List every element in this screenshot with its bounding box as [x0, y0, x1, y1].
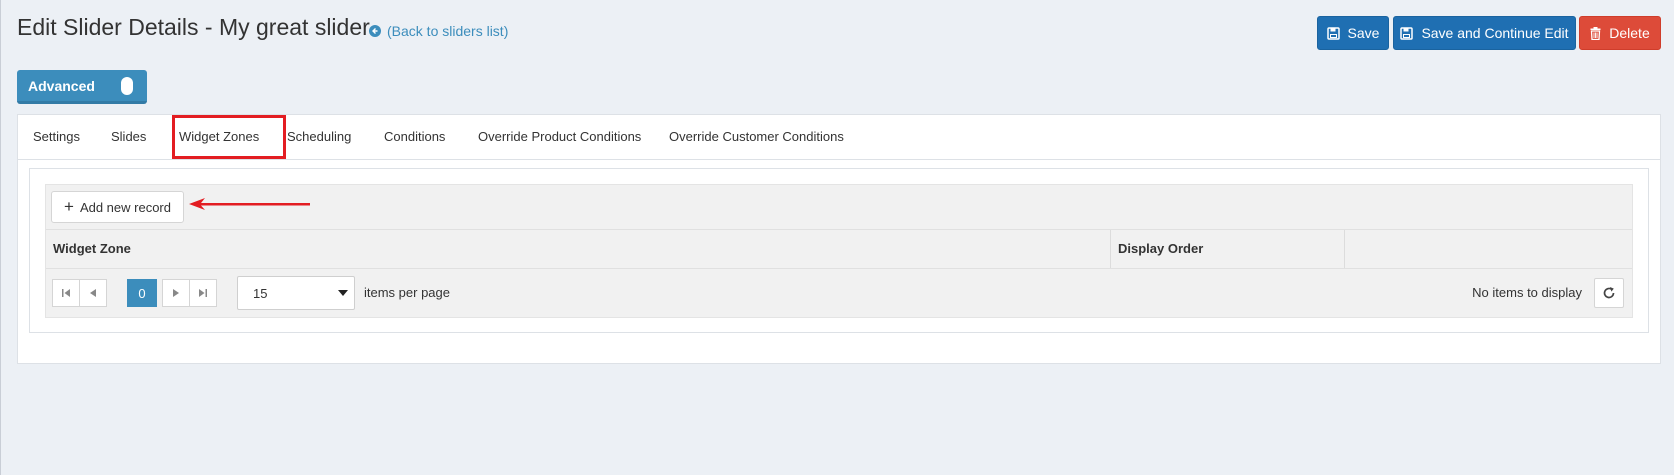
delete-button-label: Delete	[1609, 25, 1650, 41]
tab-override-product-conditions[interactable]: Override Product Conditions	[478, 129, 641, 144]
refresh-icon	[1603, 287, 1615, 299]
refresh-button[interactable]	[1594, 278, 1624, 308]
add-new-record-button[interactable]: + Add new record	[51, 191, 184, 223]
arrow-circle-left-icon	[369, 25, 381, 37]
column-divider	[1110, 230, 1111, 268]
floppy-disk-icon	[1400, 26, 1414, 40]
back-link-label: (Back to sliders list)	[387, 23, 509, 39]
column-header-widget-zone[interactable]: Widget Zone	[53, 241, 131, 256]
pager-info: No items to display	[1472, 285, 1582, 300]
chevron-down-icon	[338, 290, 348, 296]
first-page-icon	[62, 289, 70, 297]
advanced-toggle-label: Advanced	[28, 77, 95, 94]
grid-pager: 0 15 items per page No items to display	[46, 269, 1632, 317]
floppy-disk-icon	[1326, 26, 1340, 40]
tab-scheduling[interactable]: Scheduling	[287, 129, 351, 144]
page-title: Edit Slider Details - My great slider	[17, 14, 370, 40]
tab-content-panel: + Add new record Widget Zone Display Ord…	[29, 168, 1649, 333]
previous-page-button[interactable]	[79, 279, 107, 307]
tab-settings[interactable]: Settings	[33, 129, 80, 144]
advanced-mode-toggle[interactable]: Advanced	[17, 70, 147, 104]
active-tab-highlight	[172, 115, 286, 159]
column-divider	[1344, 230, 1345, 268]
save-and-continue-button[interactable]: Save and Continue Edit	[1393, 16, 1576, 50]
column-header-display-order[interactable]: Display Order	[1118, 241, 1203, 256]
tab-override-customer-conditions[interactable]: Override Customer Conditions	[669, 129, 844, 144]
last-page-icon	[199, 289, 207, 297]
toggle-knob	[121, 77, 133, 95]
next-page-button[interactable]	[162, 279, 190, 307]
save-button-label: Save	[1347, 25, 1380, 41]
trash-icon	[1590, 26, 1601, 40]
plus-icon: +	[64, 197, 74, 216]
tab-slides[interactable]: Slides	[111, 129, 146, 144]
current-page-number[interactable]: 0	[127, 279, 157, 307]
back-to-list-link[interactable]: (Back to sliders list)	[369, 23, 508, 39]
tab-conditions[interactable]: Conditions	[384, 129, 445, 144]
widget-zones-grid: + Add new record Widget Zone Display Ord…	[45, 184, 1633, 318]
last-page-button[interactable]	[189, 279, 217, 307]
tab-bar: Settings Slides Widget Zones Scheduling …	[18, 115, 1660, 160]
items-per-page-label: items per page	[364, 285, 450, 300]
red-arrow-annotation	[189, 198, 310, 210]
next-page-icon	[173, 289, 179, 297]
save-button[interactable]: Save	[1317, 16, 1389, 50]
first-page-button[interactable]	[52, 279, 80, 307]
grid-header-row: Widget Zone Display Order	[46, 229, 1632, 269]
add-new-record-label: Add new record	[79, 199, 171, 215]
page-size-value: 15	[253, 285, 268, 301]
slider-edit-card: Settings Slides Widget Zones Scheduling …	[17, 114, 1661, 364]
previous-page-icon	[90, 289, 96, 297]
save-and-continue-label: Save and Continue Edit	[1421, 25, 1569, 41]
page-size-select[interactable]: 15	[237, 276, 355, 310]
delete-button[interactable]: Delete	[1579, 16, 1661, 50]
